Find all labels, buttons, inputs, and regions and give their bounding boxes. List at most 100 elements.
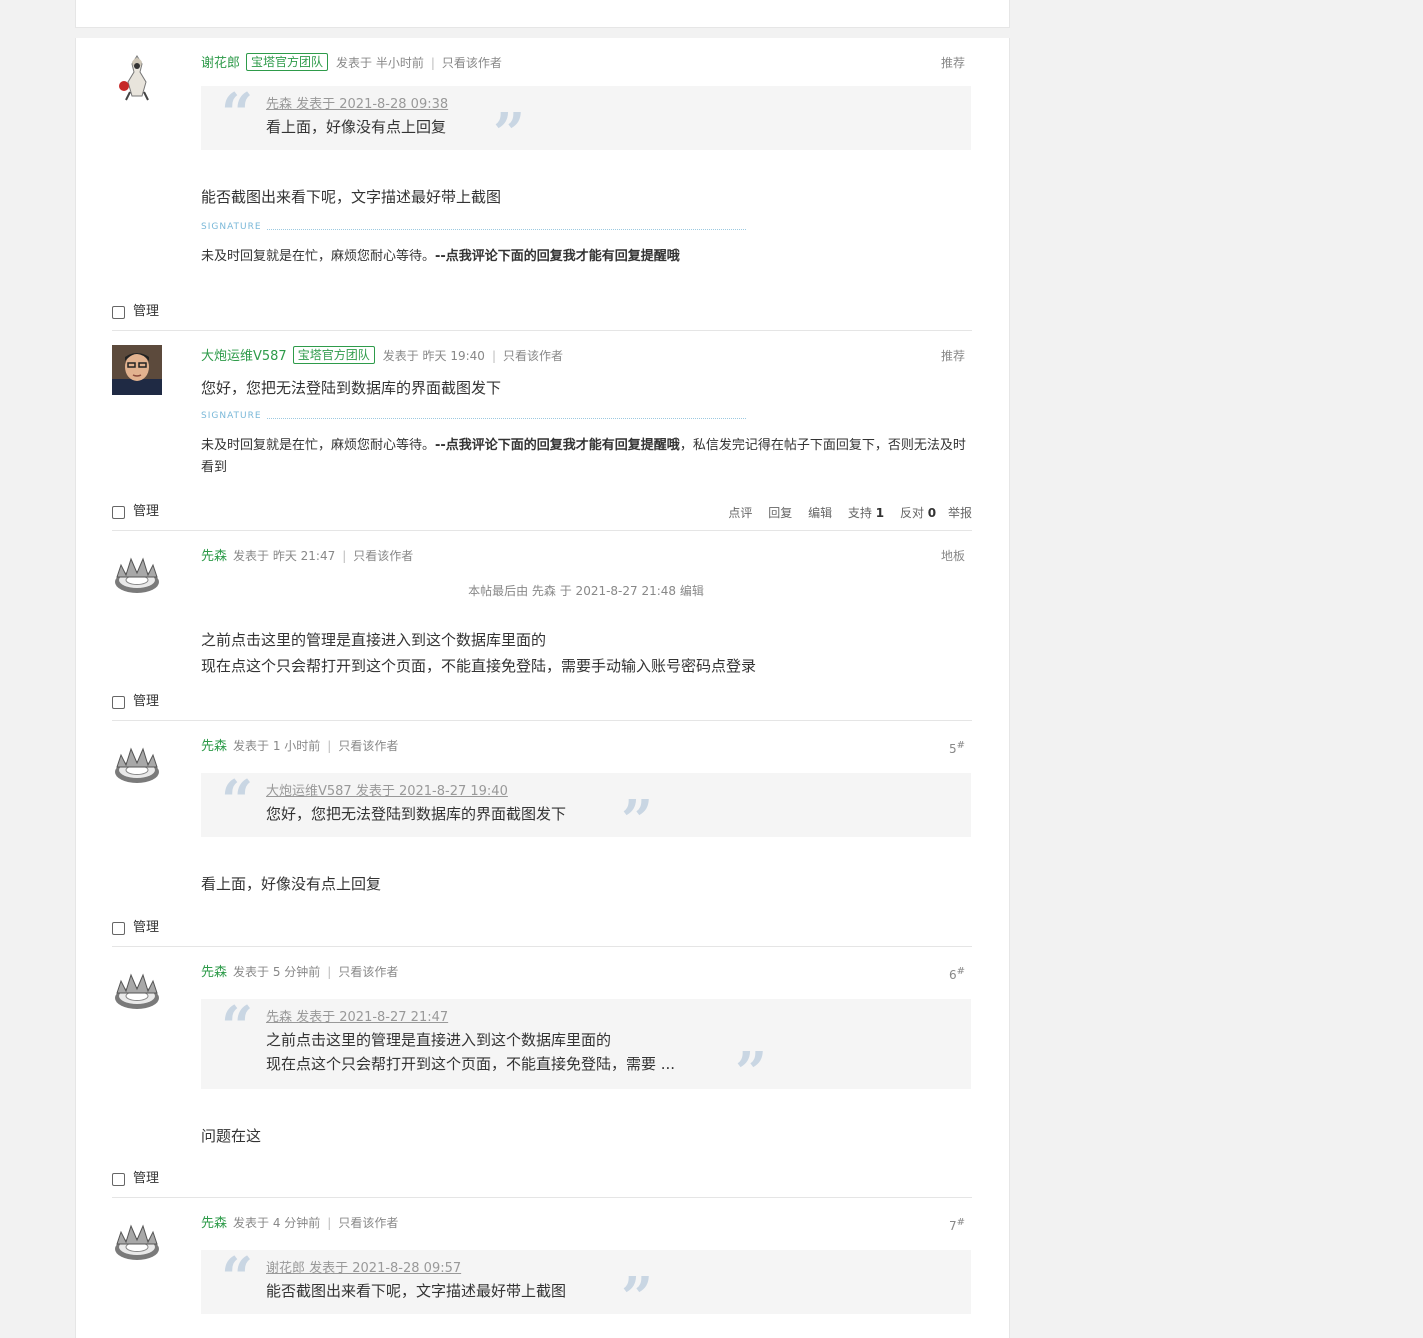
quote-block: “ 大炮运维V587 发表于 2021-8-27 19:40 您好，您把无法登陆…: [201, 773, 971, 849]
post-message: 您好，您把无法登陆到数据库的界面截图发下: [201, 375, 971, 401]
quote-text: 现在点这个只会帮打开到这个页面，不能直接免登陆，需要 ...: [266, 1055, 676, 1073]
post-item: 先森 发表于 4 分钟前 | 只看该作者 7# “ 谢花郎 发表于 2021-8-28…: [112, 1198, 972, 1328]
message-line: 看上面，好像没有点上回复: [201, 875, 382, 893]
post-item: 先森 发表于 1 小时前 | 只看该作者 5# “ 大炮运维V587 发表于 2021…: [112, 721, 972, 947]
edit-button[interactable]: 编辑: [808, 506, 832, 520]
only-author-link[interactable]: 只看该作者: [353, 549, 413, 563]
quote-block: “ 先森 发表于 2021-8-27 21:47 之前点击这里的管理是直接进入到…: [201, 994, 971, 1101]
author-name[interactable]: 先森: [201, 1216, 227, 1231]
manage-checkbox[interactable]: 管理: [112, 304, 159, 320]
oppose-count: 0: [927, 506, 937, 520]
post-item: 先森 发表于 昨天 21:47 | 只看该作者 地板 本帖最后由 先森 于 2021-…: [112, 531, 972, 721]
post-time: 发表于 4 分钟前: [233, 1216, 321, 1230]
comment-button[interactable]: 点评: [728, 506, 752, 520]
checkbox-icon[interactable]: [112, 505, 125, 519]
quote-text: 看上面，好像没有点上回复: [266, 118, 447, 136]
post-floor-number[interactable]: 7#: [949, 1212, 965, 1237]
author-name[interactable]: 先森: [201, 739, 227, 754]
team-badge: 宝塔官方团队: [246, 53, 329, 71]
quote-block: “ 谢花郎 发表于 2021-8-28 09:57 能否截图出来看下呢，文字描述…: [201, 1245, 971, 1326]
only-author-link[interactable]: 只看该作者: [503, 349, 563, 363]
signature-link[interactable]: --点我评论下面的回复我才能有回复提醒哦: [435, 249, 680, 264]
post-message: 问题在这: [201, 1123, 971, 1149]
quote-block: “ 先森 发表于 2021-8-28 09:38 看上面，好像没有点上回复 ”: [201, 81, 971, 162]
only-author-link[interactable]: 只看该作者: [338, 739, 398, 753]
post-item: 谢花郎 宝塔官方团队 发表于 半小时前 | 只看该作者 推荐 “ 先森 发表于 2021…: [112, 38, 972, 331]
divider: |: [327, 1216, 332, 1230]
post-floor-label[interactable]: 地板: [941, 545, 965, 567]
post-time: 发表于 5 分钟前: [233, 965, 321, 979]
signature-text: 未及时回复就是在忙，麻烦您耐心等待。--点我评论下面的回复我才能有回复提醒哦: [201, 249, 680, 264]
only-author-link[interactable]: 只看该作者: [338, 1216, 398, 1230]
message-line: 您好，您把无法登陆到数据库的界面截图发下: [201, 379, 502, 397]
open-quote-icon: “: [221, 81, 254, 147]
author-name[interactable]: 大炮运维V587: [201, 349, 287, 364]
checkbox-icon[interactable]: [112, 1172, 125, 1186]
support-count: 1: [875, 506, 885, 520]
avatar[interactable]: [112, 52, 162, 102]
post-floor-number[interactable]: 6#: [949, 961, 965, 986]
only-author-link[interactable]: 只看该作者: [338, 965, 398, 979]
avatar[interactable]: [112, 963, 162, 1013]
close-quote-icon: ”: [735, 1040, 768, 1106]
message-line: 能否截图出来看下呢，文字描述最好带上截图: [201, 188, 502, 206]
close-quote-icon: ”: [621, 1265, 654, 1331]
previous-post-card: [75, 0, 1010, 28]
oppose-button[interactable]: 反对 0: [900, 506, 936, 520]
open-quote-icon: “: [221, 994, 254, 1060]
manage-checkbox[interactable]: 管理: [112, 1171, 159, 1187]
post-actions: 点评 回复 编辑 支持 1 反对 0 举报: [716, 504, 972, 521]
avatar[interactable]: [112, 737, 162, 787]
divider: |: [430, 56, 435, 70]
author-name[interactable]: 先森: [201, 549, 227, 564]
signature-link[interactable]: --点我评论下面的回复我才能有回复提醒哦: [435, 438, 680, 453]
avatar[interactable]: [112, 547, 162, 597]
message-line: 之前点击这里的管理是直接进入到这个数据库里面的: [201, 631, 547, 649]
post-floor-label[interactable]: 推荐: [941, 52, 965, 74]
post-time: 发表于 昨天 19:40: [382, 349, 485, 363]
crown-avatar-icon: [115, 747, 159, 783]
post-floor-label[interactable]: 推荐: [941, 345, 965, 367]
signature-label: SIGNATURE: [201, 411, 746, 425]
crown-avatar-icon: [115, 973, 159, 1009]
close-quote-icon: ”: [493, 101, 526, 167]
report-button[interactable]: 举报: [948, 506, 972, 520]
post-time: 发表于 昨天 21:47: [233, 549, 336, 563]
post-item: 大炮运维V587 宝塔官方团队 发表于 昨天 19:40 | 只看该作者 推荐 您好，您…: [112, 331, 972, 531]
open-quote-icon: “: [221, 1245, 254, 1311]
message-line: 问题在这: [201, 1127, 262, 1145]
quote-source-link[interactable]: 谢花郎 发表于 2021-8-28 09:57: [266, 1259, 951, 1279]
avatar[interactable]: [112, 1214, 162, 1264]
post-item: 先森 发表于 5 分钟前 | 只看该作者 6# “ 先森 发表于 2021-8-27 …: [112, 947, 972, 1198]
signature-label: SIGNATURE: [201, 222, 746, 236]
divider: |: [327, 965, 332, 979]
manage-checkbox[interactable]: 管理: [112, 920, 159, 936]
checkbox-icon[interactable]: [112, 921, 125, 935]
quote-source-link[interactable]: 先森 发表于 2021-8-27 21:47: [266, 1008, 951, 1028]
divider: |: [342, 549, 347, 563]
author-name[interactable]: 谢花郎: [201, 56, 240, 71]
crown-avatar-icon: [115, 557, 159, 593]
only-author-link[interactable]: 只看该作者: [442, 56, 502, 70]
checkbox-icon[interactable]: [112, 695, 125, 709]
signature-text: 未及时回复就是在忙，麻烦您耐心等待。--点我评论下面的回复我才能有回复提醒哦，私…: [201, 438, 966, 475]
team-badge: 宝塔官方团队: [292, 346, 375, 364]
post-message: 之前点击这里的管理是直接进入到这个数据库里面的 现在点这个只会帮打开到这个页面，…: [201, 627, 971, 679]
post-message: 能否截图出来看下呢，文字描述最好带上截图: [201, 184, 971, 210]
quote-source-link[interactable]: 大炮运维V587 发表于 2021-8-27 19:40: [266, 782, 951, 802]
reply-button[interactable]: 回复: [768, 506, 792, 520]
post-floor-number[interactable]: 5#: [949, 735, 965, 760]
manage-checkbox[interactable]: 管理: [112, 504, 159, 520]
manage-checkbox[interactable]: 管理: [112, 694, 159, 710]
crown-avatar-icon: [115, 1224, 159, 1260]
post-message: 看上面，好像没有点上回复: [201, 871, 971, 897]
edit-note: 本帖最后由 先森 于 2021-8-27 21:48 编辑: [468, 584, 704, 598]
avatar[interactable]: [112, 345, 162, 395]
author-name[interactable]: 先森: [201, 965, 227, 980]
support-button[interactable]: 支持 1: [848, 506, 884, 520]
quote-source-link[interactable]: 先森 发表于 2021-8-28 09:38: [266, 95, 951, 115]
quote-text: 能否截图出来看下呢，文字描述最好带上截图: [266, 1282, 567, 1300]
quote-text: 您好，您把无法登陆到数据库的界面截图发下: [266, 805, 567, 823]
checkbox-icon[interactable]: [112, 305, 125, 319]
quote-text: 之前点击这里的管理是直接进入到这个数据库里面的: [266, 1031, 612, 1049]
